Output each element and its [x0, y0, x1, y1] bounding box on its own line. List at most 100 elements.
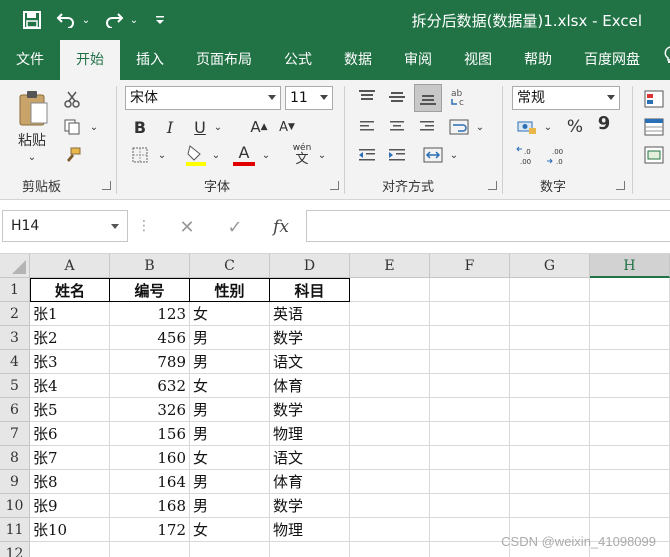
cell-f1[interactable]: [430, 278, 510, 302]
column-header-b[interactable]: B: [110, 254, 190, 278]
cell-a12[interactable]: [30, 542, 110, 557]
row-header[interactable]: 12: [0, 542, 30, 557]
row-header[interactable]: 11: [0, 518, 30, 542]
cell-f2[interactable]: [430, 302, 510, 326]
column-header-a[interactable]: A: [30, 254, 110, 278]
cancel-icon[interactable]: ✕: [170, 214, 204, 240]
cell-h9[interactable]: [590, 470, 670, 494]
format-painter-icon[interactable]: [60, 144, 84, 166]
cell-e9[interactable]: [350, 470, 430, 494]
increase-indent-icon[interactable]: [384, 144, 410, 166]
customize-icon[interactable]: [150, 8, 170, 32]
orientation-icon[interactable]: ab c: [446, 84, 472, 110]
paste-icon[interactable]: [16, 88, 50, 128]
redo-icon[interactable]: [102, 8, 126, 32]
tab-7[interactable]: 视图: [448, 40, 508, 80]
cell-e5[interactable]: [350, 374, 430, 398]
cell-e2[interactable]: [350, 302, 430, 326]
cell-h3[interactable]: [590, 326, 670, 350]
tab-1[interactable]: 开始: [60, 40, 120, 80]
cell-b4[interactable]: 789: [110, 350, 190, 374]
merge-dropdown-icon[interactable]: ⌄: [448, 146, 460, 164]
cell-e3[interactable]: [350, 326, 430, 350]
cell-d6[interactable]: 数学: [270, 398, 350, 422]
cell-h10[interactable]: [590, 494, 670, 518]
name-box[interactable]: H14: [2, 210, 128, 242]
cell-d7[interactable]: 物理: [270, 422, 350, 446]
cell-c3[interactable]: 男: [190, 326, 270, 350]
cell-g7[interactable]: [510, 422, 590, 446]
cell-g5[interactable]: [510, 374, 590, 398]
tell-me-lightbulb-icon[interactable]: [656, 40, 670, 80]
column-header-f[interactable]: F: [430, 254, 510, 278]
cell-a8[interactable]: 张7: [30, 446, 110, 470]
row-header[interactable]: 10: [0, 494, 30, 518]
cell-b2[interactable]: 123: [110, 302, 190, 326]
cell-h7[interactable]: [590, 422, 670, 446]
cell-c9[interactable]: 男: [190, 470, 270, 494]
cell-b8[interactable]: 160: [110, 446, 190, 470]
underline-button[interactable]: U: [190, 116, 210, 138]
cell-e10[interactable]: [350, 494, 430, 518]
cell-a9[interactable]: 张8: [30, 470, 110, 494]
fill-color-dropdown-icon[interactable]: ⌄: [210, 146, 222, 164]
underline-dropdown-icon[interactable]: ⌄: [212, 118, 224, 136]
column-header-e[interactable]: E: [350, 254, 430, 278]
cell-a10[interactable]: 张9: [30, 494, 110, 518]
row-header[interactable]: 4: [0, 350, 30, 374]
save-icon[interactable]: [20, 8, 44, 32]
tab-6[interactable]: 审阅: [388, 40, 448, 80]
tab-2[interactable]: 插入: [120, 40, 180, 80]
tab-9[interactable]: 百度网盘: [568, 40, 656, 80]
paste-dropdown-icon[interactable]: ⌄: [24, 150, 40, 164]
cell-d4[interactable]: 语文: [270, 350, 350, 374]
cell-a11[interactable]: 张10: [30, 518, 110, 542]
cell-b12[interactable]: [110, 542, 190, 557]
row-header[interactable]: 8: [0, 446, 30, 470]
cell-a5[interactable]: 张4: [30, 374, 110, 398]
merge-center-icon[interactable]: [420, 144, 446, 166]
cell-a4[interactable]: 张3: [30, 350, 110, 374]
cell-b6[interactable]: 326: [110, 398, 190, 422]
cell-h5[interactable]: [590, 374, 670, 398]
borders-icon[interactable]: [128, 144, 152, 166]
align-left-icon[interactable]: [354, 116, 380, 138]
cell-d12[interactable]: [270, 542, 350, 557]
phonetic-dropdown-icon[interactable]: ⌄: [316, 146, 328, 164]
select-all-corner[interactable]: [0, 254, 30, 278]
undo-dropdown-icon[interactable]: ⌄: [80, 8, 92, 32]
row-header[interactable]: 5: [0, 374, 30, 398]
cell-e4[interactable]: [350, 350, 430, 374]
number-format-select[interactable]: 常规: [512, 86, 620, 110]
cell-h4[interactable]: [590, 350, 670, 374]
cell-c6[interactable]: 男: [190, 398, 270, 422]
tab-8[interactable]: 帮助: [508, 40, 568, 80]
cell-c1[interactable]: 性别: [190, 278, 270, 302]
align-center-icon[interactable]: [384, 116, 410, 138]
copy-icon[interactable]: [60, 116, 84, 138]
italic-button[interactable]: I: [160, 116, 180, 138]
cell-d3[interactable]: 数学: [270, 326, 350, 350]
bold-button[interactable]: B: [130, 116, 150, 138]
font-launcher-icon[interactable]: [330, 181, 339, 190]
cut-icon[interactable]: [60, 88, 84, 110]
cell-b10[interactable]: 168: [110, 494, 190, 518]
cell-f11[interactable]: [430, 518, 510, 542]
cell-e8[interactable]: [350, 446, 430, 470]
cell-g2[interactable]: [510, 302, 590, 326]
cell-b7[interactable]: 156: [110, 422, 190, 446]
borders-dropdown-icon[interactable]: ⌄: [156, 146, 168, 164]
accounting-dropdown-icon[interactable]: ⌄: [542, 118, 554, 136]
cell-e12[interactable]: [350, 542, 430, 557]
font-name-select[interactable]: 宋体: [125, 86, 281, 110]
align-middle-icon[interactable]: [384, 84, 410, 110]
cell-f3[interactable]: [430, 326, 510, 350]
row-header[interactable]: 3: [0, 326, 30, 350]
cell-b1[interactable]: 编号: [110, 278, 190, 302]
cell-h8[interactable]: [590, 446, 670, 470]
cell-f12[interactable]: [430, 542, 510, 557]
enter-check-icon[interactable]: ✓: [218, 214, 252, 240]
shrink-font-button[interactable]: A ▼: [276, 116, 298, 138]
cell-b5[interactable]: 632: [110, 374, 190, 398]
cell-e6[interactable]: [350, 398, 430, 422]
